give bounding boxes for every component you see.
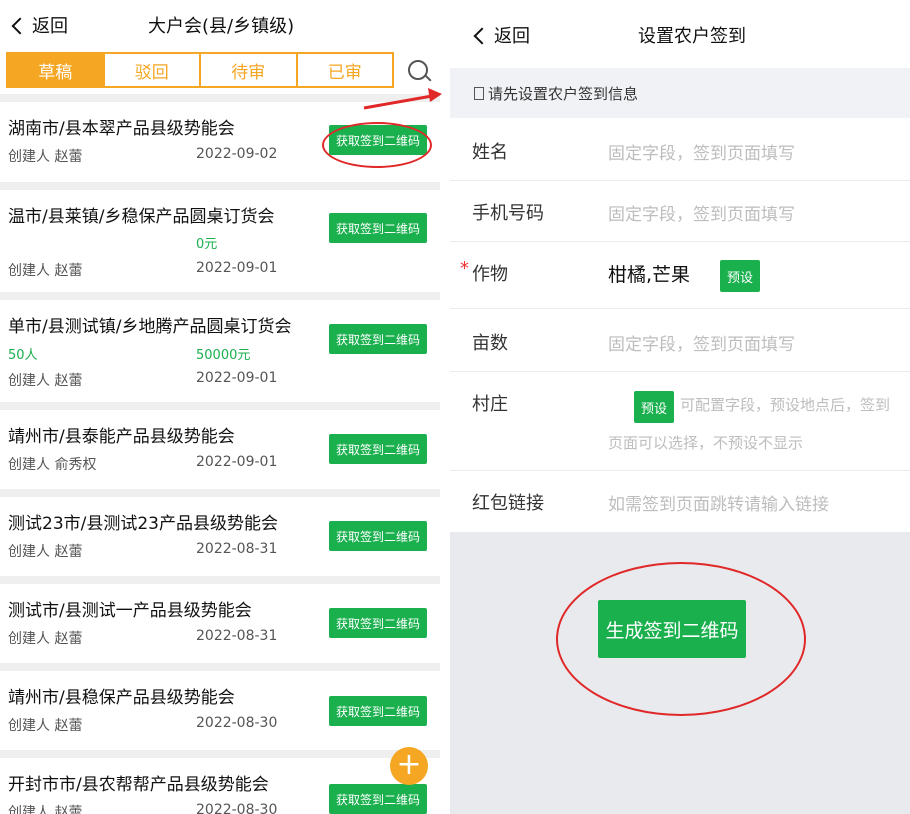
village-note: 页面可以选择，不预设不显示 <box>608 434 804 452</box>
divider <box>0 576 440 584</box>
add-button[interactable]: + <box>390 747 428 785</box>
left-nav-bar: 返回 大户会(县/乡镇级) <box>0 0 440 48</box>
item-date: 2022-08-30 <box>196 802 278 814</box>
search-icon[interactable] <box>408 60 428 80</box>
annotation-arrow-icon <box>363 88 442 110</box>
get-qr-button[interactable]: 获取签到二维码 <box>329 434 427 464</box>
field-label: 姓名 <box>472 142 508 163</box>
item-amount: 50000元 <box>196 348 251 363</box>
item-date: 2022-08-30 <box>196 715 278 731</box>
item-creator: 创建人 赵蕾 <box>8 805 83 814</box>
document-icon <box>474 86 484 100</box>
item-amount: 0元 <box>196 237 218 252</box>
draft-list-screen: 返回 大户会(县/乡镇级) 草稿 驳回 待审 已审 湖南市/县本翠产品县级势能会… <box>0 0 440 814</box>
item-date: 2022-09-01 <box>196 260 278 276</box>
item-date: 2022-08-31 <box>196 628 278 644</box>
item-people: 50人 <box>8 348 38 363</box>
left-page-title: 大户会(县/乡镇级) <box>148 16 295 37</box>
field-area[interactable]: 亩数 固定字段，签到页面填写 <box>450 309 910 372</box>
item-date: 2022-09-01 <box>196 370 278 386</box>
item-date: 2022-09-01 <box>196 454 278 470</box>
village-preset-button[interactable]: 预设 <box>634 391 674 423</box>
field-label: 红包链接 <box>472 493 544 514</box>
status-tabs: 草稿 驳回 待审 已审 <box>6 52 394 88</box>
info-hint: 请先设置农户签到信息 <box>450 68 910 118</box>
field-label: 作物 <box>472 264 508 285</box>
item-creator: 创建人 赵蕾 <box>8 718 83 734</box>
item-creator: 创建人 赵蕾 <box>8 149 83 165</box>
get-qr-button[interactable]: 获取签到二维码 <box>329 521 427 551</box>
chevron-left-icon <box>11 17 29 35</box>
field-placeholder: 如需签到页面跳转请输入链接 <box>608 495 829 515</box>
right-back-button[interactable]: 返回 <box>473 22 530 48</box>
generate-qr-button[interactable]: 生成签到二维码 <box>598 600 746 658</box>
item-date: 2022-09-02 <box>196 146 278 162</box>
tab-rejected[interactable]: 驳回 <box>105 54 201 86</box>
list-item[interactable]: 单市/县测试镇/乡地腾产品圆桌订货会 50人 50000元 创建人 赵蕾 202… <box>0 300 440 402</box>
right-page-title: 设置农户签到 <box>638 26 746 47</box>
tab-approved[interactable]: 已审 <box>298 54 393 86</box>
field-label: 手机号码 <box>472 203 544 224</box>
list-item[interactable]: 靖州市/县泰能产品县级势能会 创建人 俞秀权 2022-09-01 获取签到二维… <box>0 410 440 490</box>
divider <box>0 182 440 190</box>
item-creator: 创建人 赵蕾 <box>8 263 83 279</box>
list-item[interactable]: 测试市/县测试一产品县级势能会 创建人 赵蕾 2022-08-31 获取签到二维… <box>0 584 440 664</box>
right-nav-bar: 返回 设置农户签到 <box>450 0 910 68</box>
divider <box>0 663 440 671</box>
field-placeholder: 固定字段，签到页面填写 <box>608 144 795 164</box>
list-item[interactable]: 靖州市/县稳保产品县级势能会 创建人 赵蕾 2022-08-30 获取签到二维码 <box>0 671 440 751</box>
get-qr-button[interactable]: 获取签到二维码 <box>329 213 427 243</box>
tab-draft[interactable]: 草稿 <box>8 54 105 86</box>
get-qr-button[interactable]: 获取签到二维码 <box>329 324 427 354</box>
field-phone[interactable]: 手机号码 固定字段，签到页面填写 <box>450 181 910 242</box>
field-village[interactable]: 村庄 预设 可配置字段，预设地点后，签到 页面可以选择，不预设不显示 <box>450 372 910 471</box>
divider <box>0 489 440 497</box>
item-title: 测试市/县测试一产品县级势能会 <box>8 601 252 621</box>
field-placeholder: 固定字段，签到页面填写 <box>608 335 795 355</box>
get-qr-button[interactable]: 获取签到二维码 <box>329 125 427 155</box>
item-title: 测试23市/县测试23产品县级势能会 <box>8 514 278 534</box>
setup-checkin-screen: 返回 设置农户签到 请先设置农户签到信息 姓名 固定字段，签到页面填写 手机号码… <box>450 0 910 814</box>
divider <box>0 750 440 758</box>
item-title: 靖州市/县稳保产品县级势能会 <box>8 688 235 708</box>
item-title: 湖南市/县本翠产品县级势能会 <box>8 119 235 139</box>
left-back-button[interactable]: 返回 <box>11 12 68 38</box>
list-item[interactable]: 温市/县莱镇/乡稳保产品圆桌订货会 0元 创建人 赵蕾 2022-09-01 获… <box>0 190 440 292</box>
list-item[interactable]: 测试23市/县测试23产品县级势能会 创建人 赵蕾 2022-08-31 获取签… <box>0 497 440 577</box>
village-note: 可配置字段，预设地点后，签到 <box>680 396 891 414</box>
item-title: 单市/县测试镇/乡地腾产品圆桌订货会 <box>8 317 292 337</box>
divider <box>0 292 440 300</box>
required-mark: * <box>460 258 469 279</box>
get-qr-button[interactable]: 获取签到二维码 <box>329 696 427 726</box>
item-creator: 创建人 赵蕾 <box>8 631 83 647</box>
crop-preset-button[interactable]: 预设 <box>720 260 760 292</box>
tab-pending[interactable]: 待审 <box>201 54 298 86</box>
field-placeholder: 固定字段，签到页面填写 <box>608 205 795 225</box>
field-name[interactable]: 姓名 固定字段，签到页面填写 <box>450 120 910 181</box>
field-crop[interactable]: * 作物 柑橘,芒果 预设 <box>450 242 910 309</box>
field-label: 亩数 <box>472 333 508 354</box>
item-date: 2022-08-31 <box>196 541 278 557</box>
hint-text: 请先设置农户签到信息 <box>488 84 639 103</box>
field-label: 村庄 <box>472 394 508 415</box>
right-back-label: 返回 <box>494 26 530 47</box>
bottom-area <box>450 532 910 814</box>
item-title: 温市/县莱镇/乡稳保产品圆桌订货会 <box>8 207 275 227</box>
list-item[interactable]: 开封市市/县农帮帮产品县级势能会 创建人 赵蕾 2022-08-30 获取签到二… <box>0 758 440 814</box>
item-creator: 创建人 俞秀权 <box>8 457 97 473</box>
field-redpacket[interactable]: 红包链接 如需签到页面跳转请输入链接 <box>450 471 910 531</box>
divider <box>0 402 440 410</box>
crop-value: 柑橘,芒果 <box>608 264 691 286</box>
left-back-label: 返回 <box>32 16 68 37</box>
item-creator: 创建人 赵蕾 <box>8 544 83 560</box>
item-creator: 创建人 赵蕾 <box>8 373 83 389</box>
get-qr-button[interactable]: 获取签到二维码 <box>329 608 427 638</box>
item-title: 开封市市/县农帮帮产品县级势能会 <box>8 775 269 795</box>
item-title: 靖州市/县泰能产品县级势能会 <box>8 427 235 447</box>
chevron-left-icon <box>473 27 491 45</box>
get-qr-button[interactable]: 获取签到二维码 <box>329 784 427 814</box>
